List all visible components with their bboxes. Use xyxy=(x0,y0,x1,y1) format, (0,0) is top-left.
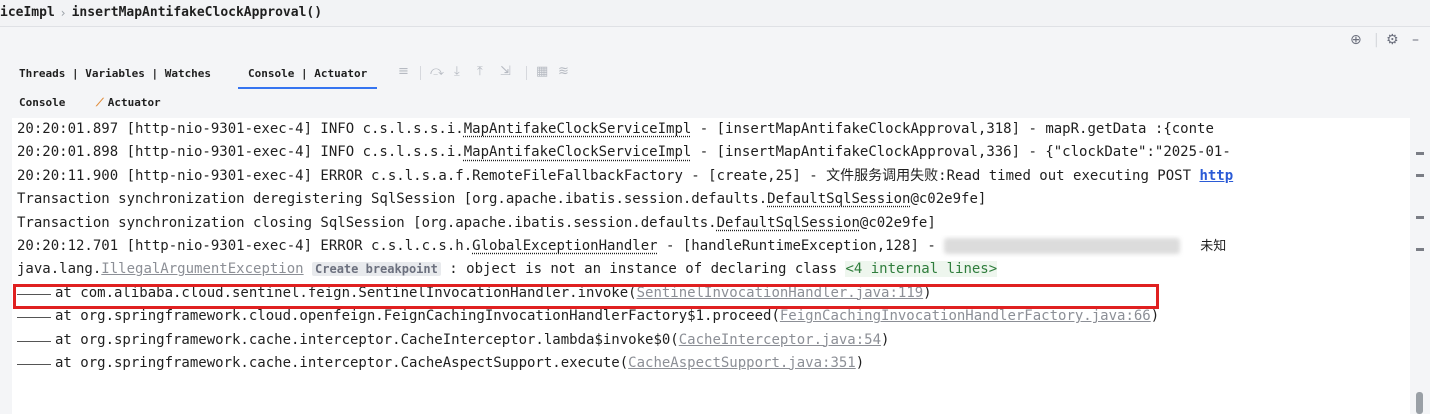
separator: | xyxy=(1374,32,1379,48)
log-text: ) xyxy=(881,331,890,348)
class-link[interactable]: DefaultSqlSession xyxy=(767,191,910,207)
class-link[interactable]: DefaultSqlSession xyxy=(717,215,860,231)
redacted-text: xxxxxxxxxxxxxxxxxxxxxxxxxxxx xyxy=(944,237,1181,254)
class-link[interactable]: GlobalExceptionHandler xyxy=(472,238,657,254)
breadcrumb-class[interactable]: iceImpl xyxy=(0,5,55,20)
scroll-marker xyxy=(1416,174,1424,177)
log-text: - [handleRuntimeException,128] - xyxy=(657,237,945,254)
step-into-icon[interactable]: ⤓ xyxy=(454,64,460,79)
log-text: @c02e9fe] xyxy=(859,214,936,231)
stack-frame: at org.springframework.cache.interceptor… xyxy=(17,352,1409,375)
url-link[interactable]: http xyxy=(1199,168,1233,184)
create-breakpoint-button[interactable]: Create breakpoint xyxy=(312,262,441,277)
step-out-icon[interactable]: ⤒ xyxy=(477,64,483,79)
log-text: Transaction synchronization deregisterin… xyxy=(17,191,768,208)
toolbar-corner: ⊕ | ⚙ – xyxy=(1340,28,1430,54)
console-gutter xyxy=(0,118,12,414)
tab-threads-variables[interactable]: Threads | Variables | Watches xyxy=(19,67,211,80)
separator xyxy=(526,66,527,80)
vertical-scrollbar[interactable] xyxy=(1410,118,1430,414)
log-text: - [insertMapAntifakeClockApproval,318] -… xyxy=(691,121,1214,137)
menu-icon[interactable]: ≡ xyxy=(398,64,409,79)
exception-link[interactable]: IllegalArgumentException xyxy=(101,261,303,277)
console-subtabs: Console ⟋ Actuator xyxy=(0,92,1430,114)
console-output[interactable]: 20:20:01.897 [http-nio-9301-exec-4] INFO… xyxy=(0,118,1410,414)
scroll-marker xyxy=(1416,248,1424,251)
log-line: 20:20:12.701 [http-nio-9301-exec-4] ERRO… xyxy=(17,235,1409,258)
source-link[interactable]: FeignCachingInvocationHandlerFactory.jav… xyxy=(780,308,1151,324)
subtab-actuator-label: Actuator xyxy=(107,96,161,109)
stack-frame: at org.springframework.cloud.openfeign.F… xyxy=(17,305,1409,328)
log-text: 20:20:01.898 [http-nio-9301-exec-4] INFO… xyxy=(17,144,464,161)
minimize-icon[interactable]: – xyxy=(1412,32,1419,48)
scroll-marker xyxy=(1416,216,1424,219)
stack-frame: at org.springframework.cache.interceptor… xyxy=(17,329,1409,352)
class-link[interactable]: MapAntifakeClockServiceImpl xyxy=(464,121,692,137)
scroll-marker xyxy=(1416,152,1424,155)
log-text: ) xyxy=(923,284,932,301)
exception-line: java.lang.IllegalArgumentException Creat… xyxy=(17,258,1409,281)
log-text: at org.springframework.cache.interceptor… xyxy=(55,331,679,348)
log-line: 20:20:11.900 [http-nio-9301-exec-4] ERRO… xyxy=(17,165,1409,188)
log-text: at org.springframework.cloud.openfeign.F… xyxy=(55,308,780,325)
log-line: 20:20:01.897 [http-nio-9301-exec-4] INFO… xyxy=(17,118,1409,141)
log-text: at org.springframework.cache.interceptor… xyxy=(55,354,629,371)
log-line: Transaction synchronization closing SqlS… xyxy=(17,212,1409,235)
log-text: : object is not an instance of declaring… xyxy=(440,261,846,278)
source-link[interactable]: CacheAspectSupport.java:351 xyxy=(628,355,856,371)
stack-frame: at com.alibaba.cloud.sentinel.feign.Sent… xyxy=(17,282,1409,305)
crosshair-icon[interactable]: ⊕ xyxy=(1350,32,1362,48)
log-text: 20:20:12.701 [http-nio-9301-exec-4] ERRO… xyxy=(17,237,473,254)
log-text: Transaction synchronization closing SqlS… xyxy=(17,214,717,231)
breadcrumb-method[interactable]: insertMapAntifakeClockApproval() xyxy=(72,5,322,20)
step-over-icon[interactable]: ⤼ xyxy=(430,64,444,79)
log-text: java.lang. xyxy=(17,261,102,278)
trace-icon[interactable]: ≋ xyxy=(558,64,569,79)
log-text: ) xyxy=(1150,308,1160,325)
log-text: - [insertMapAntifakeClockApproval,336] -… xyxy=(691,144,1231,161)
evaluate-icon[interactable]: ▦ xyxy=(536,64,548,79)
gear-icon[interactable]: ⚙ xyxy=(1386,32,1399,48)
chevron-right-icon: › xyxy=(60,6,66,20)
log-text: ) xyxy=(855,354,865,371)
log-text: 20:20:01.897 [http-nio-9301-exec-4] INFO… xyxy=(17,121,464,137)
source-link[interactable]: CacheInterceptor.java:54 xyxy=(679,332,881,348)
class-link[interactable]: MapAntifakeClockServiceImpl xyxy=(464,144,692,160)
subtab-console[interactable]: Console xyxy=(19,96,65,109)
tab-console-actuator[interactable]: Console | Actuator xyxy=(237,67,378,89)
debug-tabbar: Threads | Variables | Watches Console | … xyxy=(0,60,1430,89)
internal-lines-fold[interactable]: <4 internal lines> xyxy=(845,261,998,278)
log-text: @c02e9fe] xyxy=(910,191,987,208)
source-link[interactable]: SentinelInvocationHandler.java:119 xyxy=(637,285,924,301)
log-text: 20:20:11.900 [http-nio-9301-exec-4] ERRO… xyxy=(17,167,1200,184)
subtab-actuator[interactable]: ⟋ Actuator xyxy=(96,96,161,110)
log-text: 未知 xyxy=(1200,238,1227,254)
log-line: Transaction synchronization deregisterin… xyxy=(17,188,1409,211)
separator xyxy=(420,66,421,80)
actuator-icon: ⟋ xyxy=(96,96,104,109)
scrollbar-thumb[interactable] xyxy=(1416,392,1423,414)
log-line: 20:20:01.898 [http-nio-9301-exec-4] INFO… xyxy=(17,141,1409,164)
run-to-cursor-icon[interactable]: ⇲ xyxy=(500,64,511,79)
log-text: at com.alibaba.cloud.sentinel.feign.Sent… xyxy=(55,284,637,301)
breadcrumb: iceImpl › insertMapAntifakeClockApproval() xyxy=(0,0,1430,27)
